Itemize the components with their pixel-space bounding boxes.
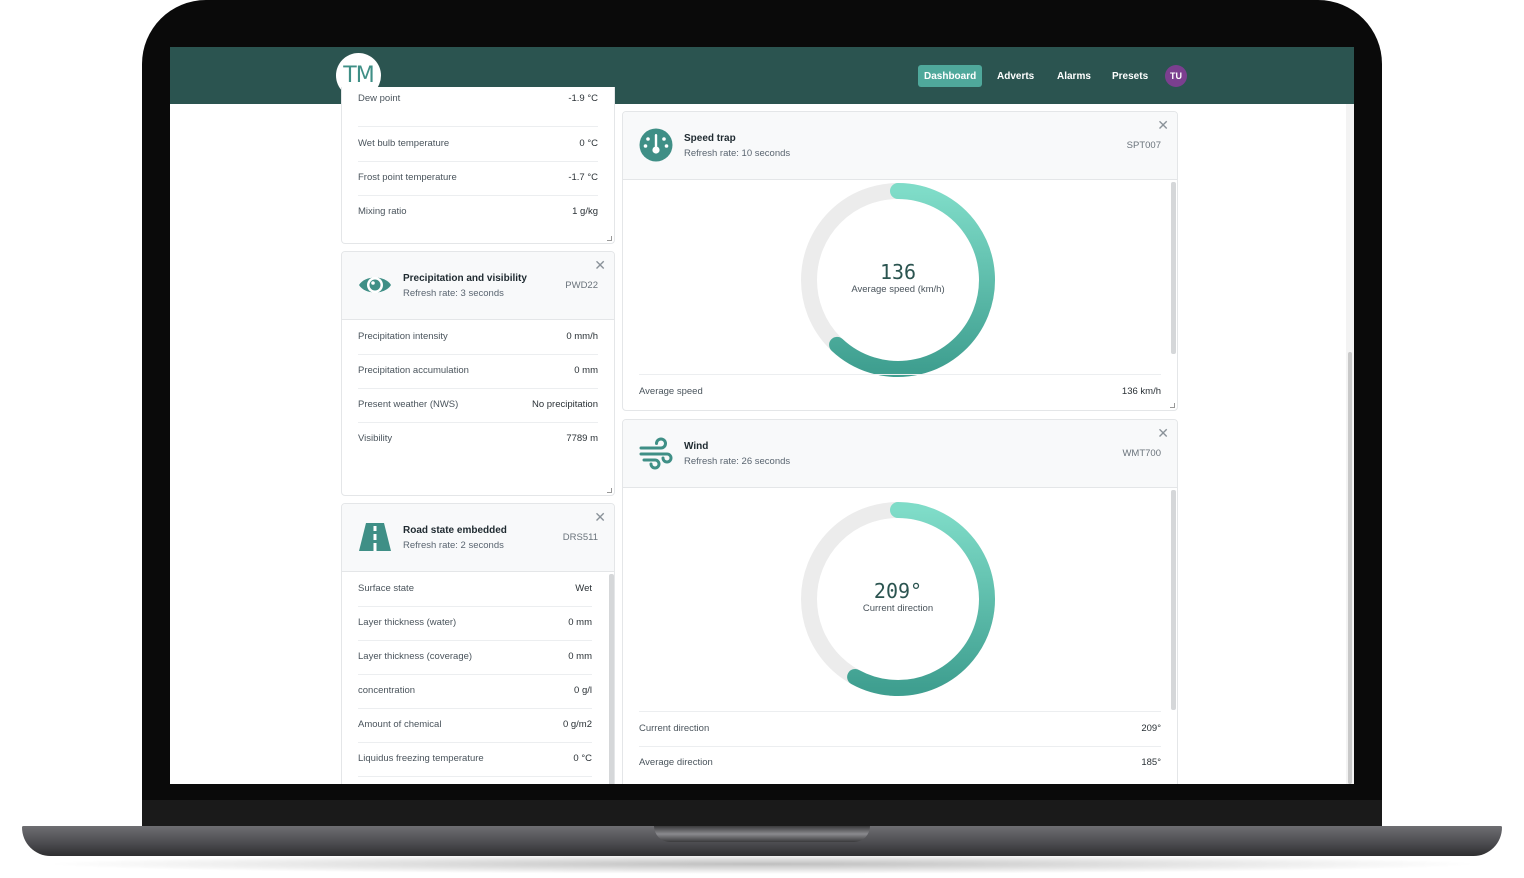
table-row: Amount of chemical 0 g/m2 xyxy=(358,708,592,743)
table-row: Average speed 136 km/h xyxy=(639,374,1161,409)
road-icon xyxy=(359,523,391,551)
table-row: Layer thickness (coverage) 0 mm xyxy=(358,640,592,675)
nav-dashboard[interactable]: Dashboard xyxy=(918,65,983,87)
card-scrollbar[interactable] xyxy=(609,574,614,784)
nav-alarms[interactable]: Alarms xyxy=(1057,65,1091,87)
table-row: concentration 0 g/l xyxy=(358,674,592,709)
app-screen: TM Dashboard Adverts Alarms Presets TU D… xyxy=(170,47,1354,784)
refresh-rate: Refresh rate: 26 seconds xyxy=(684,456,791,467)
table-row: Average direction 185° xyxy=(639,757,1161,768)
card-title: Precipitation and visibility xyxy=(403,273,527,284)
device-code: DRS511 xyxy=(562,532,598,543)
gauge-value: 209° xyxy=(873,579,923,603)
road-state-card: Road state embedded Refresh rate: 2 seco… xyxy=(341,503,615,784)
card-header: Precipitation and visibility Refresh rat… xyxy=(342,252,614,320)
speed-trap-card: Speed trap Refresh rate: 10 seconds SPT0… xyxy=(622,111,1178,411)
resize-handle[interactable] xyxy=(1170,403,1175,408)
laptop-shadow xyxy=(40,854,1484,874)
gauge-label: Current direction xyxy=(862,603,934,614)
refresh-rate: Refresh rate: 10 seconds xyxy=(684,148,791,159)
speedometer-icon xyxy=(639,128,673,162)
card-header: Road state embedded Refresh rate: 2 seco… xyxy=(342,504,614,572)
card-title: Road state embedded xyxy=(403,525,507,536)
table-row: Frost point temperature -1.7 °C xyxy=(358,161,598,196)
table-row: Wet bulb temperature 0 °C xyxy=(358,127,598,162)
refresh-rate: Refresh rate: 3 seconds xyxy=(403,288,504,299)
precipitation-card: Precipitation and visibility Refresh rat… xyxy=(341,251,615,496)
table-row: Liquidus freezing temperature 0 °C xyxy=(358,742,592,777)
device-code: WMT700 xyxy=(1122,448,1161,459)
wind-icon xyxy=(639,437,673,470)
card-header: Speed trap Refresh rate: 10 seconds SPT0… xyxy=(623,112,1177,180)
device-code: PWD22 xyxy=(565,280,598,291)
resize-handle[interactable] xyxy=(607,236,612,241)
refresh-rate: Refresh rate: 2 seconds xyxy=(403,540,504,551)
table-row: Dew point -1.9 °C xyxy=(358,92,598,127)
eye-icon xyxy=(359,277,391,293)
laptop-notch xyxy=(654,826,870,842)
table-row: Layer thickness (water) 0 mm xyxy=(358,606,592,641)
close-icon[interactable]: ✕ xyxy=(1157,426,1169,440)
close-icon[interactable]: ✕ xyxy=(594,510,606,524)
close-icon[interactable]: ✕ xyxy=(1157,118,1169,132)
table-row: Present weather (NWS) No precipitation xyxy=(358,388,598,423)
resize-handle[interactable] xyxy=(607,488,612,493)
card-scrollbar[interactable] xyxy=(1171,490,1176,710)
nav-presets[interactable]: Presets xyxy=(1112,65,1148,87)
table-row: Visibility 7789 m xyxy=(358,433,598,444)
card-title: Speed trap xyxy=(684,133,736,144)
device-code: SPT007 xyxy=(1126,140,1161,151)
nav-adverts[interactable]: Adverts xyxy=(997,65,1034,87)
card-scrollbar[interactable] xyxy=(1171,182,1176,354)
gauge-label: Average speed (km/h) xyxy=(851,284,945,295)
card-title: Wind xyxy=(684,441,709,452)
card-header: Wind Refresh rate: 26 seconds WMT700 ✕ xyxy=(623,420,1177,488)
user-avatar[interactable]: TU xyxy=(1165,65,1187,87)
humidity-card: Dew point -1.9 °C Wet bulb temperature 0 °… xyxy=(341,87,615,244)
table-row: Precipitation accumulation 0 mm xyxy=(358,354,598,389)
wind-card: Wind Refresh rate: 26 seconds WMT700 ✕ 2… xyxy=(622,419,1178,784)
laptop-chin xyxy=(142,800,1382,828)
table-row: Surface state Wet xyxy=(358,572,592,607)
table-row: Precipitation intensity 0 mm/h xyxy=(358,320,598,355)
close-icon[interactable]: ✕ xyxy=(594,258,606,272)
table-row: Current direction 209° xyxy=(639,711,1161,747)
page-scrollbar-thumb[interactable] xyxy=(1348,352,1352,784)
gauge-value: 136 xyxy=(879,260,917,284)
table-row: Mixing ratio 1 g/kg xyxy=(358,206,598,217)
